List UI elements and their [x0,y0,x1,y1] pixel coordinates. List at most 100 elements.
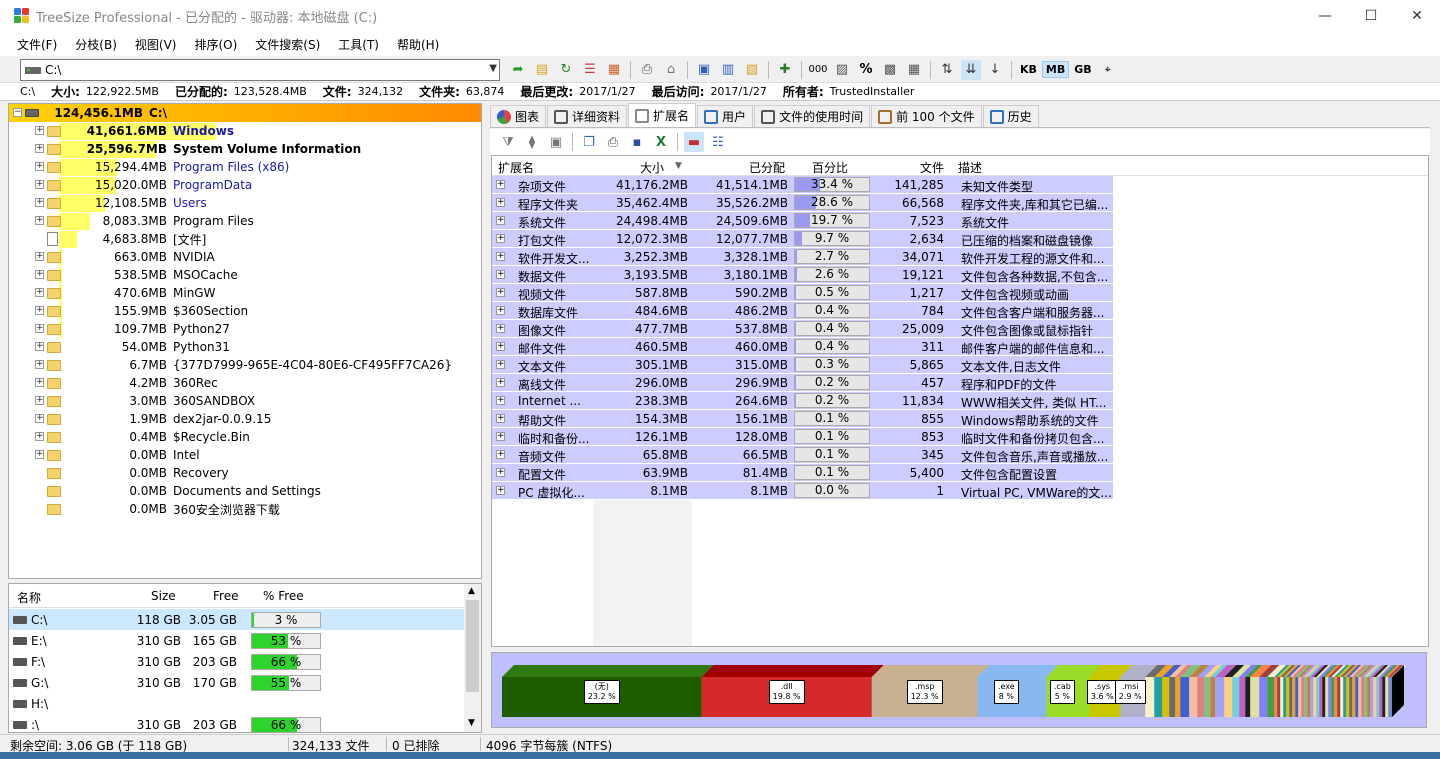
tree-row[interactable]: +6.7MB {377D7999-965E-4C04-80E6-CF495FF7C… [9,356,481,374]
col-size-header[interactable]: 大小 [640,159,664,176]
allocated-icon[interactable]: ▩ [880,60,900,80]
col-pfree-header[interactable]: % Free [263,589,304,603]
col-files-header[interactable]: 文件 [920,159,944,176]
unit-mb-button[interactable]: MB [1041,61,1070,78]
tab-history[interactable]: 历史 [982,105,1039,127]
menu-file[interactable]: 文件(F) [8,36,66,53]
extension-row[interactable]: + 临时和备份... 126.1MB 128.0MB 853 临时文件和备份拷贝包含...… [492,428,1113,446]
extension-row[interactable]: + Internet ... 238.3MB 264.6MB 11,834 WWW相关文件… [492,392,1113,410]
col-name-header[interactable]: 名称 [17,589,41,606]
tree-row[interactable]: +25,596.7MB System Volume Information [9,140,481,158]
filter-icon[interactable]: ⧩ [498,132,518,152]
drive-row[interactable]: F:\ 310 GB 203 GB 66 % [9,651,466,672]
expand-icon[interactable]: + [496,378,505,387]
tab-file-age[interactable]: 文件的使用时间 [754,105,871,127]
size-icon[interactable]: ▨ [832,60,852,80]
drive-list-scrollbar[interactable]: ▲ ▼ [464,584,481,732]
tree-row[interactable]: +663.0MB NVIDIA [9,248,481,266]
tree-collapse-icon[interactable]: ▦ [604,60,624,80]
col-pct-header[interactable]: 百分比 [812,159,848,176]
copy-icon[interactable]: ❐ [579,132,599,152]
expand-icon[interactable]: + [35,414,44,423]
extension-row[interactable]: + 配置文件 63.9MB 81.4MB 5,400 文件包含配置设置 0.1 % [492,464,1113,482]
tree-row[interactable]: +54.0MB Python31 [9,338,481,356]
extension-row[interactable]: + PC 虚拟化... 8.1MB 8.1MB 1 Virtual PC, VMWare的… [492,482,1113,500]
col-free-header[interactable]: Free [213,589,238,603]
expand-icon[interactable]: + [496,432,505,441]
tree-view-icon[interactable]: ☷ [708,132,728,152]
collapse-icon[interactable]: − [13,108,22,117]
print-icon[interactable]: ⎙ [603,132,623,152]
menu-view[interactable]: 视图(V) [126,36,186,53]
col-size-header[interactable]: Size [151,589,176,603]
extension-row[interactable]: + 图像文件 477.7MB 537.8MB 25,009 文件包含图像或鼠标指针 0.4 … [492,320,1113,338]
group-view-icon[interactable]: ▬ [684,132,704,152]
extension-row[interactable]: + 邮件文件 460.5MB 460.0MB 311 邮件客户端的邮件信息和... 0.4 … [492,338,1113,356]
extension-row[interactable]: + 程序文件夹 35,462.4MB 35,526.2MB 66,568 程序文件夹,库和… [492,194,1113,212]
tree-row[interactable]: +3.0MB 360SANDBOX [9,392,481,410]
tab-chart[interactable]: 图表 [490,105,547,127]
tree-row[interactable]: +12,108.5MB Users [9,194,481,212]
sort-name-icon[interactable]: ⇅ [937,60,957,80]
expand-icon[interactable]: + [35,126,44,135]
minimize-button[interactable]: — [1302,0,1348,32]
expand-icon[interactable]: + [35,432,44,441]
expand-icon[interactable]: + [35,360,44,369]
tree-expand-icon[interactable]: ☰ [580,60,600,80]
unit-kb-button[interactable]: KB [1017,62,1040,77]
drive-row[interactable]: G:\ 310 GB 170 GB 55 % [9,672,466,693]
tree-row[interactable]: +8,083.3MB Program Files [9,212,481,230]
sort-desc-icon[interactable]: ↓ [985,60,1005,80]
expand-icon[interactable]: + [496,252,505,261]
extension-row[interactable]: + 软件开发文... 3,252.3MB 3,328.1MB 34,071 软件开发工程的… [492,248,1113,266]
scroll-up-icon[interactable]: ▲ [468,586,475,596]
tree-row[interactable]: 0.0MB Recovery [9,464,481,482]
add-column-icon[interactable]: ✚ [775,60,795,80]
menu-sort[interactable]: 排序(O) [185,36,246,53]
drive-row[interactable]: C:\ 118 GB 3.05 GB 3 % [9,609,466,630]
folder-tree[interactable]: − 124,456.1MB C:\ +41,661.6MB Windows +25,596… [8,103,482,579]
scroll-thumb[interactable] [466,600,479,692]
drive-row[interactable]: H:\ [9,693,466,714]
close-button[interactable]: ✕ [1394,0,1440,32]
tree-row[interactable]: +1.9MB dex2jar-0.0.9.15 [9,410,481,428]
expand-icon[interactable]: + [496,414,505,423]
expand-icon[interactable]: + [496,306,505,315]
expand-icon[interactable]: + [35,162,44,171]
expand-icon[interactable]: + [35,378,44,387]
drive-row[interactable]: E:\ 310 GB 165 GB 53 % [9,630,466,651]
tree-row[interactable]: +15,294.4MB Program Files (x86) [9,158,481,176]
tree-row[interactable]: +0.0MB Intel [9,446,481,464]
expand-icon[interactable]: + [496,396,505,405]
expand-icon[interactable]: + [35,198,44,207]
menu-file-search[interactable]: 文件搜索(S) [246,36,329,53]
expand-icon[interactable]: + [35,252,44,261]
menu-branch[interactable]: 分枝(B) [66,36,126,53]
unit-auto-icon[interactable]: ⌖ [1098,60,1118,80]
expand-icon[interactable]: + [496,342,505,351]
tree-row[interactable]: +109.7MB Python27 [9,320,481,338]
tree-row[interactable]: 4,683.8MB [文件] [9,230,481,248]
extension-row[interactable]: + 打包文件 12,072.3MB 12,077.7MB 2,634 已压缩的档案和磁盘镜… [492,230,1113,248]
scan-icon[interactable]: ▥ [718,60,738,80]
chevron-down-icon[interactable]: ▼ [489,63,497,74]
go-arrow-icon[interactable]: ➦ [508,60,528,80]
tree-root-row[interactable]: − 124,456.1MB C:\ [9,104,481,122]
report-icon[interactable]: ▣ [694,60,714,80]
col-alloc-header[interactable]: 已分配 [749,159,785,176]
expand-icon[interactable]: + [35,342,44,351]
tree-row[interactable]: +41,661.6MB Windows [9,122,481,140]
excel-export-icon[interactable]: X [651,132,671,152]
expand-icon[interactable]: + [496,216,505,225]
export-icon[interactable]: ⌂ [661,60,681,80]
open-folder-icon[interactable]: ▤ [532,60,552,80]
expand-icon[interactable]: + [496,360,505,369]
expand-icon[interactable]: + [35,144,44,153]
percent-icon[interactable]: % [856,60,876,80]
expand-icon[interactable]: + [496,324,505,333]
expand-icon[interactable]: + [35,180,44,189]
menu-help[interactable]: 帮助(H) [388,36,448,53]
scroll-down-icon[interactable]: ▼ [468,718,475,728]
extension-row[interactable]: + 系统文件 24,498.4MB 24,509.6MB 7,523 系统文件 19.7 % [492,212,1113,230]
extension-row[interactable]: + 杂项文件 41,176.2MB 41,514.1MB 141,285 未知文件类型 33… [492,176,1113,194]
